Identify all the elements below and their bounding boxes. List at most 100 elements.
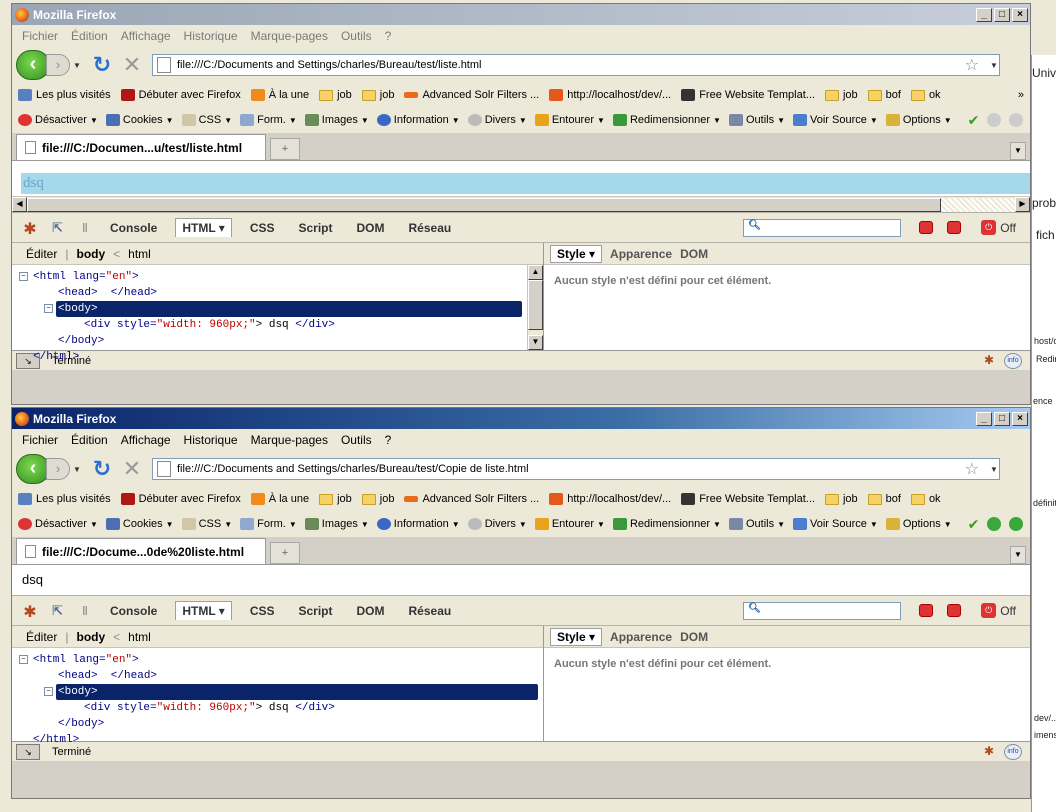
reload-button[interactable]: ↻	[90, 52, 114, 78]
bookmark-folder[interactable]: job	[319, 89, 352, 101]
wd-voir-source[interactable]: Voir Source ▼	[793, 518, 878, 530]
wd-form[interactable]: Form. ▼	[240, 518, 297, 530]
history-dropdown-icon[interactable]: ▼	[72, 61, 82, 70]
minimize-button[interactable]: _	[976, 411, 992, 426]
browser-tab[interactable]: file:///C:/Documen...u/test/liste.html	[16, 134, 266, 160]
wd-information[interactable]: Information ▼	[376, 518, 460, 530]
page-content[interactable]: dsq	[12, 565, 1030, 595]
minimize-button[interactable]: _	[976, 7, 992, 22]
bookmark-item[interactable]: Les plus visités	[18, 493, 111, 505]
info-icon[interactable]: info	[1004, 352, 1022, 369]
bookmark-item[interactable]: À la une	[250, 493, 309, 505]
url-dropdown-icon[interactable]: ▼	[989, 61, 999, 70]
inspect-icon[interactable]: ⇱	[52, 220, 70, 236]
wd-divers[interactable]: Divers ▼	[467, 518, 527, 530]
menu-affichage[interactable]: Affichage	[121, 29, 171, 43]
collapse-icon[interactable]: −	[44, 304, 53, 313]
side-tab-style[interactable]: Style ▾	[550, 627, 603, 646]
fb-tab-css[interactable]: CSS	[244, 219, 281, 237]
fb-tab-html[interactable]: HTML ▾	[175, 601, 232, 620]
wd-images[interactable]: Images ▼	[304, 518, 369, 530]
bookmark-item[interactable]: À la une	[250, 89, 309, 101]
menu-historique[interactable]: Historique	[184, 433, 238, 447]
wd-entourer[interactable]: Entourer ▼	[534, 114, 605, 126]
edit-button[interactable]: Éditer	[26, 630, 57, 644]
check-icon[interactable]: ✔	[968, 112, 980, 129]
scroll-right-icon[interactable]: ▶	[1015, 197, 1030, 212]
browser-tab[interactable]: file:///C:/Docume...0de%20liste.html	[16, 538, 266, 564]
url-bar[interactable]: file:///C:/Documents and Settings/charle…	[152, 54, 1000, 76]
tree-node-html[interactable]: − <html lang="en">	[12, 652, 543, 668]
firebug-search-input[interactable]: 🔍︎	[743, 601, 902, 620]
collapse-icon[interactable]: −	[19, 655, 28, 664]
menu-help[interactable]: ?	[385, 433, 392, 447]
inspect-icon[interactable]: ⇱	[52, 603, 70, 619]
fb-tab-script[interactable]: Script	[293, 602, 339, 620]
wd-outils[interactable]: Outils ▼	[728, 114, 785, 126]
bookmark-folder[interactable]: job	[361, 493, 394, 505]
scroll-down-icon[interactable]: ▼	[528, 335, 543, 350]
scroll-left-icon[interactable]: ◀	[12, 197, 27, 212]
side-tab-dom[interactable]: DOM	[680, 247, 708, 261]
wd-css[interactable]: CSS ▼	[181, 518, 232, 530]
bookmark-star-icon[interactable]: ☆	[965, 459, 979, 479]
fb-tab-reseau[interactable]: Réseau	[403, 602, 458, 620]
menu-edition[interactable]: Édition	[71, 29, 108, 43]
tree-node-body[interactable]: − <body>	[12, 684, 543, 700]
title-bar[interactable]: Mozilla Firefox _ □ ×	[12, 4, 1030, 25]
bookmark-item[interactable]: Advanced Solr Filters ...	[404, 493, 539, 505]
bookmark-folder[interactable]: bof	[867, 493, 901, 505]
fb-tab-html[interactable]: HTML ▾	[175, 218, 232, 237]
wd-form[interactable]: Form. ▼	[240, 114, 297, 126]
pause-icon[interactable]: ‖	[82, 604, 92, 618]
new-tab-button[interactable]: +	[270, 542, 300, 564]
wd-voir-source[interactable]: Voir Source ▼	[793, 114, 878, 126]
crumb-html[interactable]: html	[128, 247, 151, 261]
wd-desactiver[interactable]: Désactiver ▼	[18, 114, 98, 126]
bookmark-item[interactable]: Les plus visités	[18, 89, 111, 101]
menu-fichier[interactable]: Fichier	[22, 433, 58, 447]
wd-images[interactable]: Images ▼	[304, 114, 369, 126]
wd-entourer[interactable]: Entourer ▼	[534, 518, 605, 530]
fb-tab-script[interactable]: Script	[293, 219, 339, 237]
bookmark-item[interactable]: Débuter avec Firefox	[120, 89, 241, 101]
bookmark-folder[interactable]: job	[361, 89, 394, 101]
wd-redimensionner[interactable]: Redimensionner ▼	[612, 114, 721, 126]
menu-outils[interactable]: Outils	[341, 433, 372, 447]
bookmark-item[interactable]: Free Website Templat...	[681, 89, 815, 101]
bookmark-item[interactable]: Free Website Templat...	[681, 493, 815, 505]
tree-node-head[interactable]: <head> </head>	[12, 285, 525, 301]
bookmark-star-icon[interactable]: ☆	[965, 55, 979, 75]
forward-button[interactable]: ›	[46, 458, 70, 480]
firebug-status-icon[interactable]: ✱	[980, 744, 998, 760]
wd-options[interactable]: Options ▼	[885, 114, 952, 126]
forward-button[interactable]: ›	[46, 54, 70, 76]
firebug-icon[interactable]: ✱	[20, 219, 40, 238]
tab-list-icon[interactable]: ▼	[1010, 546, 1026, 564]
fb-tab-console[interactable]: Console	[104, 219, 163, 237]
new-tab-button[interactable]: +	[270, 138, 300, 160]
vertical-scrollbar[interactable]: ▲ ▼	[527, 265, 543, 350]
crumb-html[interactable]: html	[128, 630, 151, 644]
scroll-thumb[interactable]	[528, 280, 543, 330]
wd-outils[interactable]: Outils ▼	[728, 518, 785, 530]
firebug-status-icon[interactable]: ✱	[980, 353, 998, 369]
bookmarks-overflow-icon[interactable]: »	[1018, 89, 1024, 101]
back-button[interactable]: ‹	[16, 454, 50, 484]
history-dropdown-icon[interactable]: ▼	[72, 465, 82, 474]
bookmark-item[interactable]: Advanced Solr Filters ...	[404, 89, 539, 101]
menu-edition[interactable]: Édition	[71, 433, 108, 447]
firebug-icon[interactable]: ✱	[20, 602, 40, 621]
wd-options[interactable]: Options ▼	[885, 518, 952, 530]
fb-tab-dom[interactable]: DOM	[351, 602, 391, 620]
firebug-off-toggle[interactable]: ⏻ Off	[981, 603, 1016, 618]
stop-button[interactable]: ✕	[120, 52, 144, 78]
tree-node-body[interactable]: − <body>	[12, 301, 525, 317]
wd-cookies[interactable]: Cookies ▼	[105, 114, 174, 126]
bookmark-folder[interactable]: ok	[910, 89, 941, 101]
crumb-body[interactable]: body	[76, 247, 105, 261]
collapse-icon[interactable]: −	[19, 272, 28, 281]
tab-list-icon[interactable]: ▼	[1010, 142, 1026, 160]
bookmark-folder[interactable]: job	[824, 493, 858, 505]
minimize-panel-icon[interactable]	[919, 221, 934, 234]
